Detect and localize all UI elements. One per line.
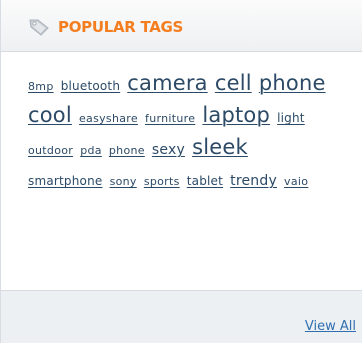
tag-link-sony[interactable]: sony [110, 175, 137, 188]
tag-link-sleek[interactable]: sleek [192, 135, 248, 159]
tag-link-pda[interactable]: pda [80, 144, 102, 157]
widget-footer: View All [1, 290, 362, 343]
tag-link-cool[interactable]: cool [28, 103, 72, 127]
tag-cloud: 8mp bluetooth camera cell phone cool eas… [28, 69, 328, 196]
tag-link-furniture[interactable]: furniture [145, 112, 195, 125]
tag-link-light[interactable]: light [277, 111, 305, 125]
tag-link-vaio[interactable]: vaio [284, 175, 308, 188]
tag-link-smartphone[interactable]: smartphone [28, 174, 103, 188]
tag-link-outdoor[interactable]: outdoor [28, 144, 73, 157]
widget-header: POPULAR TAGS [1, 0, 362, 52]
widget-title: POPULAR TAGS [58, 18, 184, 36]
tag-link-easyshare[interactable]: easyshare [79, 112, 138, 125]
tag-link-bluetooth[interactable]: bluetooth [61, 79, 120, 93]
tag-link-tablet[interactable]: tablet [187, 174, 223, 188]
view-all-link[interactable]: View All [305, 319, 356, 334]
popular-tags-widget: POPULAR TAGS 8mp bluetooth camera cell p… [0, 0, 362, 343]
tag-link-phone[interactable]: phone [109, 144, 145, 157]
tag-link-laptop[interactable]: laptop [202, 103, 270, 127]
tag-icon [28, 17, 50, 37]
tag-link-camera[interactable]: camera [127, 71, 208, 95]
tag-link-8mp[interactable]: 8mp [28, 80, 54, 93]
tag-link-cell-phone-cell[interactable]: cell [215, 71, 252, 95]
tag-link-trendy[interactable]: trendy [230, 173, 277, 189]
tag-link-sports[interactable]: sports [144, 175, 180, 188]
tag-link-cell-phone-phone[interactable]: phone [259, 71, 326, 95]
tag-link-sexy[interactable]: sexy [152, 142, 185, 158]
